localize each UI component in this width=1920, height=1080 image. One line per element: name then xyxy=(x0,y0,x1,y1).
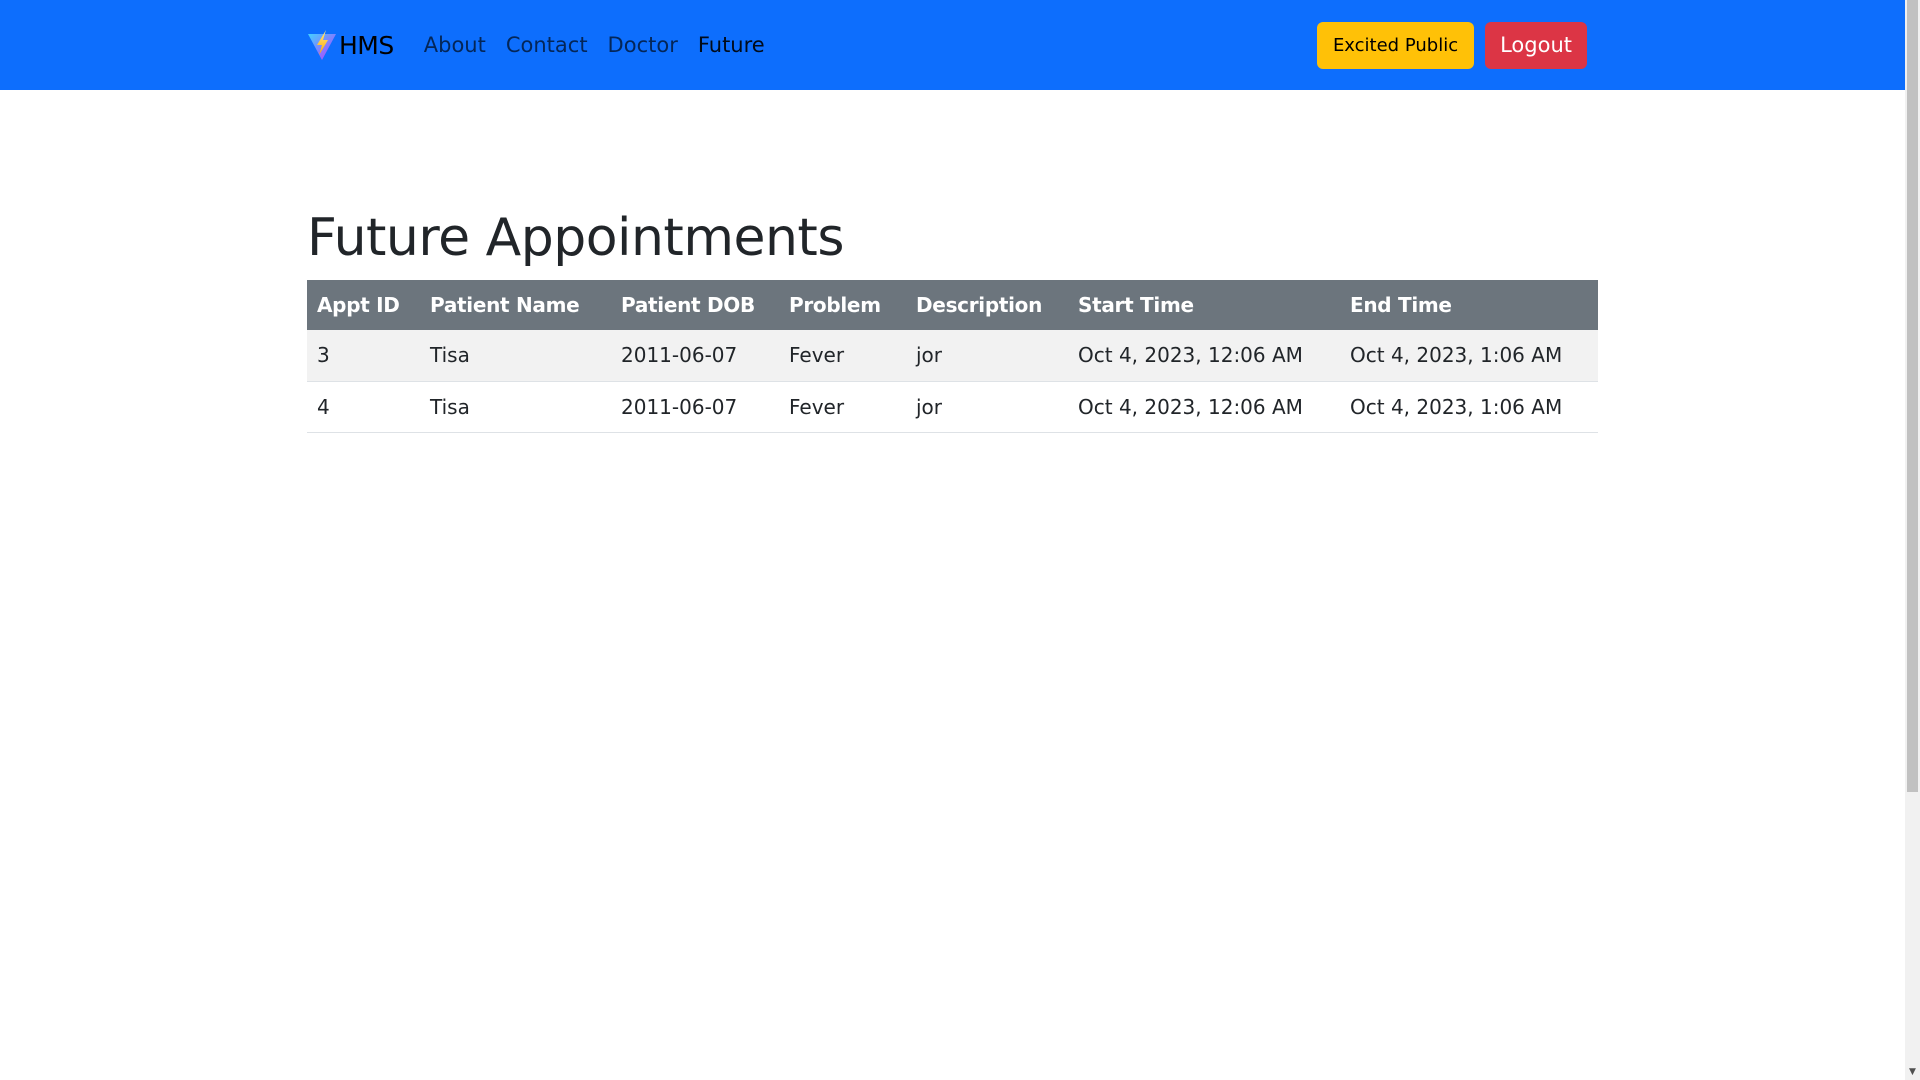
cell-appt-id: 4 xyxy=(307,381,420,433)
table-header: Appt ID Patient Name Patient DOB Problem… xyxy=(307,280,1598,330)
cell-description: jor xyxy=(906,381,1068,433)
column-header-start-time: Start Time xyxy=(1068,280,1340,330)
nav-actions: Excited Public Logout xyxy=(1316,21,1587,69)
nav-link-about[interactable]: About xyxy=(424,33,486,57)
cell-patient-dob: 2011-06-07 xyxy=(611,330,779,382)
cell-patient-dob: 2011-06-07 xyxy=(611,381,779,433)
cell-appt-id: 3 xyxy=(307,330,420,382)
column-header-description: Description xyxy=(906,280,1068,330)
nav-link-contact[interactable]: Contact xyxy=(506,33,588,57)
navbar: HMS About Contact Doctor Future Excited … xyxy=(0,0,1905,90)
cell-patient-name: Tisa xyxy=(420,330,611,382)
table-body: 3 Tisa 2011-06-07 Fever jor Oct 4, 2023,… xyxy=(307,330,1598,433)
cell-description: jor xyxy=(906,330,1068,382)
page-title: Future Appointments xyxy=(307,208,844,268)
navbar-container: HMS About Contact Doctor Future Excited … xyxy=(307,0,1587,90)
cell-problem: Fever xyxy=(779,330,906,382)
user-button[interactable]: Excited Public xyxy=(1316,21,1475,69)
cell-end-time: Oct 4, 2023, 1:06 AM xyxy=(1340,381,1598,433)
brand-name: HMS xyxy=(339,30,394,60)
column-header-patient-dob: Patient DOB xyxy=(611,280,779,330)
cell-patient-name: Tisa xyxy=(420,381,611,433)
appointments-table: Appt ID Patient Name Patient DOB Problem… xyxy=(307,280,1598,433)
table-row: 3 Tisa 2011-06-07 Fever jor Oct 4, 2023,… xyxy=(307,330,1598,382)
column-header-problem: Problem xyxy=(779,280,906,330)
nav-links: About Contact Doctor Future xyxy=(424,33,785,57)
scroll-down-arrow-icon[interactable]: ▼ xyxy=(1905,1065,1920,1080)
column-header-patient-name: Patient Name xyxy=(420,280,611,330)
table-row: 4 Tisa 2011-06-07 Fever jor Oct 4, 2023,… xyxy=(307,381,1598,433)
logo-icon xyxy=(308,30,336,60)
table-header-row: Appt ID Patient Name Patient DOB Problem… xyxy=(307,280,1598,330)
column-header-appt-id: Appt ID xyxy=(307,280,420,330)
vertical-scrollbar[interactable]: ▼ xyxy=(1905,0,1920,1080)
cell-start-time: Oct 4, 2023, 12:06 AM xyxy=(1068,381,1340,433)
logout-button[interactable]: Logout xyxy=(1485,21,1587,69)
nav-link-future[interactable]: Future xyxy=(698,33,765,57)
cell-end-time: Oct 4, 2023, 1:06 AM xyxy=(1340,330,1598,382)
cell-problem: Fever xyxy=(779,381,906,433)
nav-link-doctor[interactable]: Doctor xyxy=(608,33,678,57)
cell-start-time: Oct 4, 2023, 12:06 AM xyxy=(1068,330,1340,382)
scrollbar-thumb[interactable] xyxy=(1907,0,1918,792)
column-header-end-time: End Time xyxy=(1340,280,1598,330)
brand-link[interactable]: HMS xyxy=(307,29,394,61)
